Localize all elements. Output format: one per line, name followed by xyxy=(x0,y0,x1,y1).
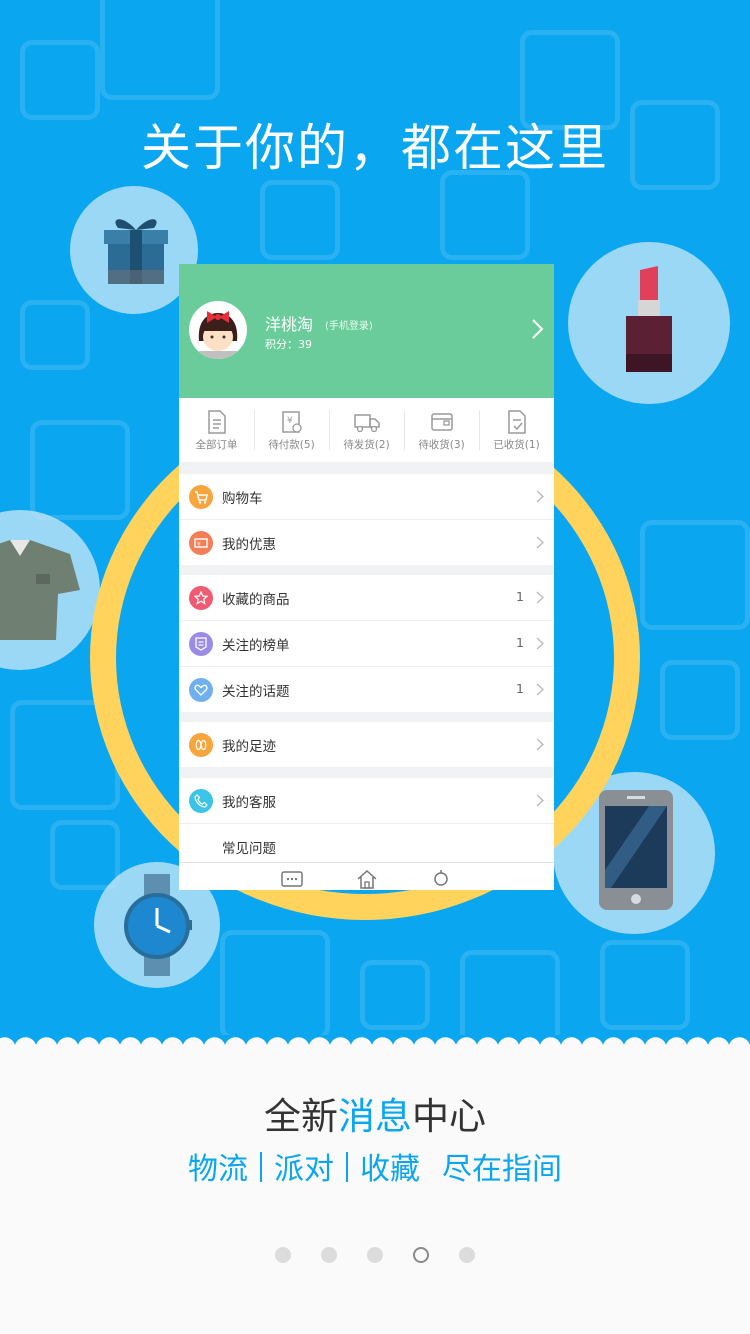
feature-tag: 收藏 xyxy=(360,1152,420,1187)
chevron-right-icon xyxy=(536,490,544,503)
menu-item-label: 常见问题 xyxy=(222,841,276,857)
page-title: 关于你的，都在这里 xyxy=(141,119,609,177)
chevron-right-icon xyxy=(536,683,544,696)
slogan-text: 中心 xyxy=(412,1095,486,1138)
order-to-receive-label: 待收货(3) xyxy=(418,439,465,451)
menu-item-label: 关注的榜单 xyxy=(222,638,290,654)
slogan-highlight: 消息 xyxy=(338,1095,412,1138)
received-icon xyxy=(507,410,526,434)
avatar-girl-icon xyxy=(198,311,238,359)
phone-icon xyxy=(189,789,213,813)
menu-group-shopping: 购物车 ¥ 我的优惠 xyxy=(179,474,554,565)
order-unpaid-label: 待付款(5) xyxy=(268,439,315,451)
page-dot[interactable] xyxy=(321,1247,337,1263)
shirt-bubble xyxy=(0,510,100,670)
menu-item-count: 1 xyxy=(516,635,524,650)
menu-item-count: 1 xyxy=(516,681,524,696)
bottom-tab-bar xyxy=(179,862,554,890)
message-tab-icon[interactable] xyxy=(281,869,303,887)
profile-header[interactable]: 洋桃淘 (手机登录) 积分：39 xyxy=(179,264,554,398)
user-tab-icon[interactable] xyxy=(431,869,451,889)
menu-item-count: 1 xyxy=(516,589,524,604)
menu-item-followed-topics[interactable]: 关注的话题 1 xyxy=(179,667,554,712)
page-indicator xyxy=(0,1247,750,1265)
page-dot[interactable] xyxy=(459,1247,475,1263)
order-all[interactable]: 全部订单 xyxy=(179,398,254,462)
hero-banner: 关于你的，都在这里 洋桃淘 (手机登录) 积分：39 全部订单 ¥ 待付款(5)… xyxy=(0,0,750,1045)
svg-text:¥: ¥ xyxy=(197,541,201,548)
menu-item-label: 我的客服 xyxy=(222,795,276,811)
feature-tags: 物流 派对 收藏 尽在指间 xyxy=(0,1144,750,1188)
coupon-icon: ¥ xyxy=(189,531,213,555)
menu-item-label: 关注的话题 xyxy=(222,684,290,700)
chevron-right-icon xyxy=(536,637,544,650)
star-icon xyxy=(189,586,213,610)
order-to-receive[interactable]: 待收货(3) xyxy=(404,398,479,462)
footprint-icon xyxy=(189,733,213,757)
order-unpaid[interactable]: ¥ 待付款(5) xyxy=(254,398,329,462)
heart-icon xyxy=(189,678,213,702)
feature-tag: 物流 xyxy=(188,1152,248,1187)
feature-slogan: 全新消息中心 xyxy=(0,1086,750,1140)
menu-item-coupons[interactable]: ¥ 我的优惠 xyxy=(179,520,554,565)
page-dot[interactable] xyxy=(275,1247,291,1263)
menu-item-cart[interactable]: 购物车 xyxy=(179,474,554,520)
chevron-right-icon xyxy=(536,738,544,751)
lipstick-icon xyxy=(626,266,672,372)
lipstick-bubble xyxy=(568,242,730,404)
ranking-icon xyxy=(189,632,213,656)
order-list-icon xyxy=(207,410,226,434)
order-received-label: 已收货(1) xyxy=(493,439,540,451)
menu-item-label: 我的优惠 xyxy=(222,537,276,553)
chevron-right-icon xyxy=(536,536,544,549)
menu-item-followed-lists[interactable]: 关注的榜单 1 xyxy=(179,621,554,667)
page-dot[interactable] xyxy=(367,1247,383,1263)
menu-item-service[interactable]: 我的客服 xyxy=(179,778,554,824)
package-icon xyxy=(430,413,453,431)
login-type: (手机登录) xyxy=(325,321,373,332)
menu-item-label: 我的足迹 xyxy=(222,739,276,755)
order-received[interactable]: 已收货(1) xyxy=(479,398,554,462)
menu-item-label: 购物车 xyxy=(222,491,263,507)
slogan-text: 全新 xyxy=(264,1095,338,1138)
chevron-right-icon xyxy=(532,319,544,339)
app-screen-mockup: 洋桃淘 (手机登录) 积分：39 全部订单 ¥ 待付款(5) 待发货(2) 待收… xyxy=(179,264,554,890)
menu-group-favorites: 收藏的商品 1 关注的榜单 1 关注的话题 1 xyxy=(179,575,554,712)
cart-icon xyxy=(189,485,213,509)
menu-group-support: 我的客服 常见问题 xyxy=(179,778,554,869)
menu-group-history: 我的足迹 xyxy=(179,722,554,767)
user-name: 洋桃淘 xyxy=(265,315,314,334)
home-tab-icon[interactable] xyxy=(356,869,378,889)
shirt-icon xyxy=(0,540,80,640)
tag-separator xyxy=(260,1152,262,1182)
feature-tag: 派对 xyxy=(274,1152,334,1187)
menu-item-label: 收藏的商品 xyxy=(222,592,290,608)
chevron-right-icon xyxy=(536,591,544,604)
menu-item-fav-goods[interactable]: 收藏的商品 1 xyxy=(179,575,554,621)
wallet-yen-icon: ¥ xyxy=(281,411,302,433)
svg-text:¥: ¥ xyxy=(287,416,293,426)
order-status-bar: 全部订单 ¥ 待付款(5) 待发货(2) 待收货(3) 已收货(1) xyxy=(179,398,554,462)
feature-tag: 尽在指间 xyxy=(442,1152,562,1187)
tag-separator xyxy=(346,1152,348,1182)
avatar xyxy=(189,301,247,359)
truck-icon xyxy=(353,414,380,433)
order-all-label: 全部订单 xyxy=(195,439,238,451)
chevron-right-icon xyxy=(536,794,544,807)
scalloped-divider xyxy=(0,1035,750,1057)
user-points: 积分：39 xyxy=(265,338,312,351)
order-to-ship-label: 待发货(2) xyxy=(343,439,390,451)
order-to-ship[interactable]: 待发货(2) xyxy=(329,398,404,462)
page-dot-active[interactable] xyxy=(413,1247,429,1263)
menu-item-footprints[interactable]: 我的足迹 xyxy=(179,722,554,767)
